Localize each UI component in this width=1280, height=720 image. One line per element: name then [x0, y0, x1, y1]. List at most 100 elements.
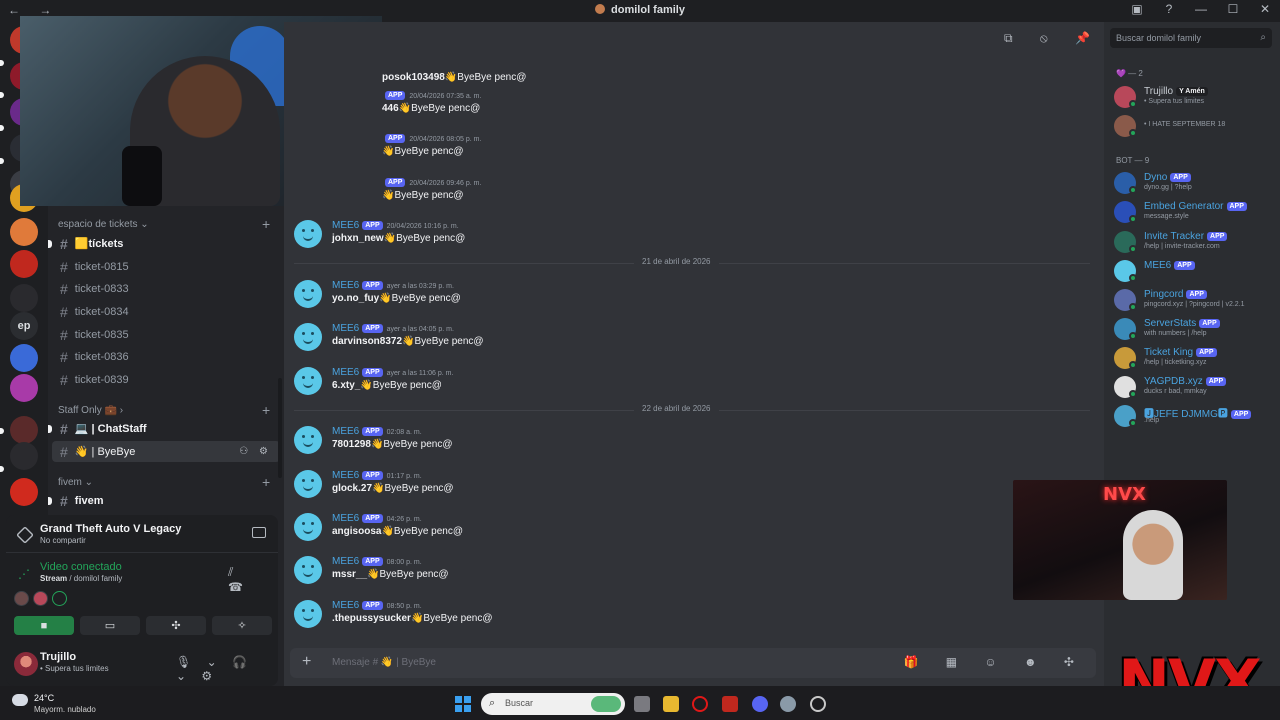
- channel-item[interactable]: # ticket-0835: [52, 324, 280, 345]
- user-controls[interactable]: 🎙 ⌄ 🎧 ⌄ ⚙: [176, 655, 278, 683]
- inbox-icon[interactable]: ▣: [1128, 2, 1146, 16]
- avatar[interactable]: [14, 591, 29, 606]
- author-name[interactable]: MEE6: [332, 556, 359, 567]
- bot-avatar[interactable]: [294, 323, 322, 351]
- channel-item[interactable]: # fivem: [52, 490, 280, 511]
- mentioned-user[interactable]: yo.no_fuy: [332, 293, 379, 304]
- member-item[interactable]: YAGPDB.xyz APP ducks r bad, mmkay: [1114, 374, 1274, 400]
- taskbar-search[interactable]: ⌕ Buscar: [481, 693, 625, 715]
- avatar[interactable]: [33, 591, 48, 606]
- bot-avatar[interactable]: [294, 513, 322, 541]
- message[interactable]: MEE6 APP 20/04/2026 10:16 p. m. johxn_new👋B…: [294, 220, 1094, 260]
- author-name[interactable]: MEE6: [332, 220, 359, 231]
- bot-avatar[interactable]: [294, 367, 322, 395]
- camera-button[interactable]: ■: [14, 616, 74, 635]
- message-composer[interactable]: + Mensaje # 👋 | ByeBye 🎁 ▦ ☺ ☻ ✣: [290, 648, 1096, 678]
- composer-tools[interactable]: 🎁 ▦ ☺ ☻ ✣: [903, 655, 1086, 669]
- mentioned-user[interactable]: .thepussysucker: [332, 613, 411, 624]
- author-name[interactable]: MEE6: [332, 280, 359, 291]
- weather-description[interactable]: Mayorm. nublado: [34, 705, 96, 714]
- member-item[interactable]: ServerStats APP with numbers | /help: [1114, 316, 1274, 342]
- message[interactable]: MEE6 APP 04:26 p. m. angisoosa👋ByeBye penc@: [294, 513, 1094, 553]
- member-item[interactable]: 🅹JEFE DJMMG🅿 APP .help: [1114, 403, 1274, 429]
- author-name[interactable]: MEE6: [332, 470, 359, 481]
- close-button[interactable]: ✕: [1256, 2, 1274, 16]
- member-item[interactable]: MEE6 APP: [1114, 258, 1274, 284]
- voice-controls[interactable]: ⫽ ☎: [228, 565, 278, 594]
- member-item[interactable]: Dyno APP dyno.gg | ?help: [1114, 170, 1274, 196]
- avatar[interactable]: [52, 591, 67, 606]
- mentioned-user[interactable]: 7801298: [332, 439, 371, 450]
- windows-start-icon[interactable]: [455, 696, 471, 712]
- server-icon[interactable]: [10, 284, 38, 312]
- signal-icon[interactable]: ⋰: [18, 567, 30, 581]
- mentioned-user[interactable]: 6.xty_: [332, 380, 360, 391]
- activities-button[interactable]: ✣: [146, 616, 206, 635]
- attach-button[interactable]: +: [302, 653, 311, 671]
- task-view-icon[interactable]: [634, 696, 650, 712]
- category-tickets[interactable]: espacio de tickets ⌄: [58, 219, 149, 230]
- server-icon[interactable]: [10, 416, 38, 444]
- channel-item[interactable]: # ticket-0815: [52, 256, 280, 277]
- file-explorer-icon[interactable]: [663, 696, 679, 712]
- bot-avatar[interactable]: [294, 556, 322, 584]
- author-name[interactable]: MEE6: [332, 367, 359, 378]
- search-input[interactable]: Buscar domilol family ⌕: [1110, 28, 1272, 48]
- server-icon[interactable]: [10, 344, 38, 372]
- mentioned-user[interactable]: darvinson8372: [332, 336, 402, 347]
- channel-item[interactable]: # 🟨tíckets: [52, 233, 280, 254]
- message[interactable]: APP 20/04/2026 08:05 p. m. 👋ByeBye penc@: [294, 133, 1094, 173]
- message[interactable]: MEE6 APP 02:08 a. m. 7801298👋ByeBye penc@: [294, 426, 1094, 466]
- member-item[interactable]: Invite Tracker APP/help | invite-tracker.…: [1114, 229, 1274, 255]
- bot-avatar[interactable]: [294, 426, 322, 454]
- voice-status[interactable]: Video conectado: [40, 561, 122, 573]
- user-avatar[interactable]: [14, 652, 38, 676]
- mentioned-user[interactable]: johxn_new: [332, 233, 384, 244]
- help-icon[interactable]: ?: [1160, 2, 1178, 16]
- settings-icon[interactable]: [780, 696, 796, 712]
- server-icon-ep[interactable]: ep: [10, 312, 38, 340]
- opera-icon[interactable]: [692, 696, 708, 712]
- add-channel-button[interactable]: +: [262, 216, 270, 232]
- author-name[interactable]: MEE6: [332, 426, 359, 437]
- author-name[interactable]: MEE6: [332, 323, 359, 334]
- category-staff-only[interactable]: Staff Only 💼 ›: [58, 405, 123, 416]
- message[interactable]: MEE6 APP ayer a las 03:29 p. m. yo.no_fuy👋B…: [294, 280, 1094, 320]
- add-channel-button[interactable]: +: [262, 474, 270, 490]
- app-icon[interactable]: [810, 696, 826, 712]
- bot-avatar[interactable]: [294, 280, 322, 308]
- message[interactable]: MEE6 APP 08:00 p. m. mssr__👋ByeBye penc@: [294, 556, 1094, 596]
- message[interactable]: MEE6 APP 08:50 p. m. .thepussysucker👋ByeBye…: [294, 600, 1094, 640]
- minimize-button[interactable]: —: [1192, 2, 1210, 16]
- share-screen-icon[interactable]: [252, 527, 266, 538]
- message[interactable]: MEE6 APP 01:17 p. m. glock.27👋ByeBye penc@: [294, 470, 1094, 510]
- mentioned-user[interactable]: angisoosa: [332, 526, 381, 537]
- voice-channel[interactable]: Stream / domilol family: [40, 574, 122, 583]
- category-fivem[interactable]: fivem ⌄: [58, 477, 93, 488]
- bot-avatar[interactable]: [294, 470, 322, 498]
- channel-item[interactable]: # 👋 | ByeBye ⚇ ⚙: [52, 441, 280, 462]
- server-icon[interactable]: [10, 478, 38, 506]
- weather-icon[interactable]: [12, 694, 28, 706]
- server-icon[interactable]: [10, 218, 38, 246]
- channel-tools[interactable]: ⚇ ⚙: [239, 446, 272, 457]
- member-item[interactable]: Pingcord APP pingcord.xyz | ?pingcord | v2…: [1114, 287, 1274, 313]
- message[interactable]: MEE6 APP ayer a las 11:06 p. m. 6.xty_👋ByeB…: [294, 367, 1094, 407]
- app-icon[interactable]: [722, 696, 738, 712]
- bot-avatar[interactable]: [294, 220, 322, 248]
- weather-temperature[interactable]: 24°C: [34, 693, 54, 703]
- maximize-button[interactable]: ☐: [1224, 2, 1242, 16]
- channel-item[interactable]: # ticket-0836: [52, 346, 280, 367]
- channel-item[interactable]: # ticket-0834: [52, 301, 280, 322]
- message[interactable]: MEE6 APP ayer a las 04:05 p. m. darvinson83…: [294, 323, 1094, 363]
- channel-item[interactable]: # ticket-0833: [52, 278, 280, 299]
- author-name[interactable]: MEE6: [332, 513, 359, 524]
- member-item[interactable]: • I HATE SEPTEMBER 18: [1114, 113, 1274, 139]
- member-item[interactable]: Trujillo Y Amén • Supera tus limites: [1114, 84, 1274, 110]
- channel-item[interactable]: # 💻 | ChatStaff: [52, 418, 280, 439]
- mentioned-user[interactable]: glock.27: [332, 483, 372, 494]
- user-name[interactable]: Trujillo: [40, 651, 76, 663]
- mentioned-user[interactable]: 446: [382, 103, 399, 114]
- mentioned-user[interactable]: mssr__: [332, 569, 367, 580]
- server-icon[interactable]: [10, 442, 38, 470]
